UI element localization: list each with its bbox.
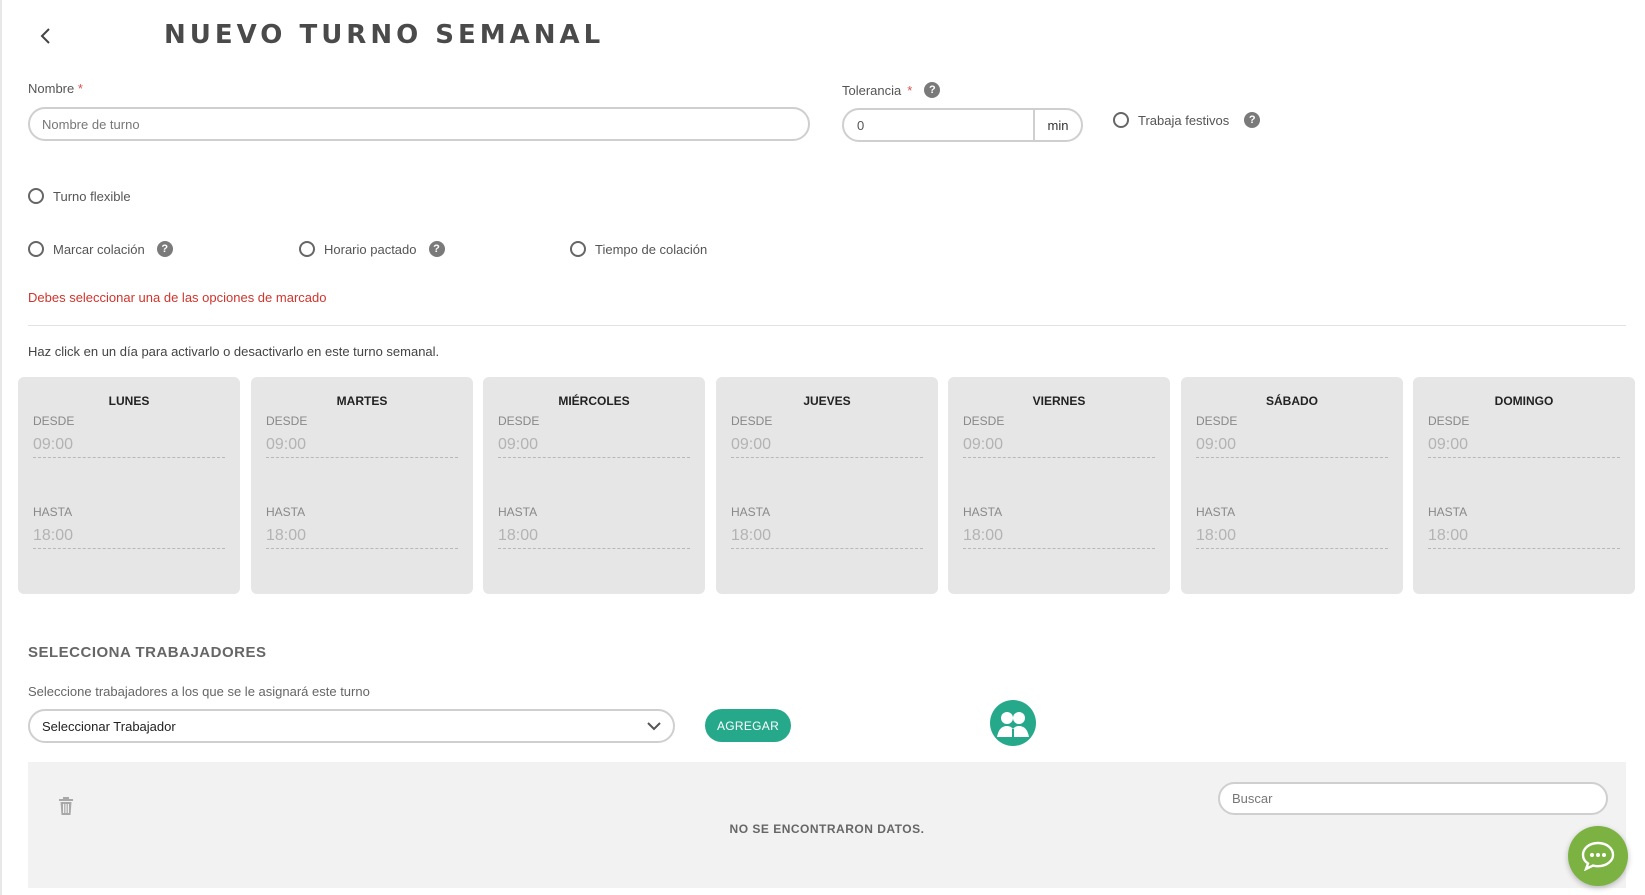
tiempo-colacion-label: Tiempo de colación [595,241,708,257]
tolerancia-label: Tolerancia * ? [842,82,941,98]
users-group-glyph [997,712,1029,737]
add-button[interactable]: AGREGAR [705,709,791,742]
radio-button[interactable] [1113,112,1129,128]
error-message: Debes seleccionar una de las opciones de… [28,290,327,305]
trabaja-festivos-label: Trabaja festivos [1138,112,1230,128]
required-mark: * [77,81,83,96]
hasta-time-input[interactable]: 18:00 [731,523,923,549]
desde-label: DESDE [33,414,75,428]
tolerancia-input-group: 0 min [842,108,1083,142]
users-group-icon[interactable] [990,700,1036,746]
desde-label: DESDE [498,414,540,428]
day-name: MARTES [336,394,388,408]
turno-flexible-label: Turno flexible [53,188,131,204]
search-input[interactable]: Buscar [1218,782,1608,815]
worker-select[interactable]: Seleccionar Trabajador [28,709,675,743]
horario-pactado-label: Horario pactado [324,241,417,257]
nombre-placeholder: Nombre de turno [42,116,140,132]
nombre-label-text: Nombre [28,81,75,96]
hasta-time-input[interactable]: 18:00 [33,523,225,549]
desde-time-input[interactable]: 09:00 [498,432,690,458]
radio-button[interactable] [570,241,586,257]
hasta-label: HASTA [1196,505,1236,519]
worker-select-value: Seleccionar Trabajador [42,718,176,734]
day-name: JUEVES [803,394,851,408]
desde-time-input[interactable]: 09:00 [731,432,923,458]
tolerancia-input[interactable]: 0 [844,110,1033,140]
desde-label: DESDE [731,414,773,428]
back-button[interactable] [32,22,60,50]
turno-flexible-option[interactable]: Turno flexible [28,188,131,204]
radio-button[interactable] [28,241,44,257]
divider [28,325,1626,326]
hasta-label: HASTA [963,505,1003,519]
day-card-lunes[interactable]: LUNES DESDE 09:00 HASTA 18:00 [18,377,240,594]
hasta-time-input[interactable]: 18:00 [963,523,1155,549]
hasta-label: HASTA [731,505,771,519]
hasta-time-input[interactable]: 18:00 [1196,523,1388,549]
day-card-domingo[interactable]: DOMINGO DESDE 09:00 HASTA 18:00 [1413,377,1635,594]
day-card-miercoles[interactable]: MIÉRCOLES DESDE 09:00 HASTA 18:00 [483,377,705,594]
horario-pactado-option[interactable]: Horario pactado ? [299,241,445,257]
desde-time-input[interactable]: 09:00 [266,432,458,458]
page-title: NUEVO TURNO SEMANAL [164,20,605,50]
tolerancia-unit: min [1033,110,1081,140]
day-name: SÁBADO [1265,394,1318,408]
day-name: DOMINGO [1494,394,1554,408]
left-edge-border [0,0,2,895]
hasta-time-input[interactable]: 18:00 [1428,523,1620,549]
trash-glyph [59,797,73,815]
chevron-down-icon [647,722,661,731]
days-hint: Haz click en un día para activarlo o des… [28,344,440,359]
trash-icon[interactable] [58,797,74,820]
tiempo-colacion-option[interactable]: Tiempo de colación [570,241,707,257]
chevron-left-icon [40,28,50,44]
day-card-sabado[interactable]: SÁBADO DESDE 09:00 HASTA 18:00 [1181,377,1403,594]
workers-table-panel: NO SE ENCONTRARON DATOS. [28,762,1626,888]
help-icon[interactable]: ? [428,241,445,257]
day-name: MIÉRCOLES [558,394,630,408]
chat-button[interactable] [1568,826,1628,886]
day-name: VIERNES [1032,394,1086,408]
day-card-jueves[interactable]: JUEVES DESDE 09:00 HASTA 18:00 [716,377,938,594]
search-placeholder: Buscar [1232,791,1273,806]
desde-time-input[interactable]: 09:00 [963,432,1155,458]
empty-message: NO SE ENCONTRARON DATOS. [729,822,925,836]
radio-button[interactable] [28,188,44,204]
chat-bubble-icon [1581,841,1615,871]
hasta-label: HASTA [266,505,306,519]
day-card-viernes[interactable]: VIERNES DESDE 09:00 HASTA 18:00 [948,377,1170,594]
required-mark: * [907,82,913,98]
nombre-input[interactable]: Nombre de turno [28,107,810,141]
tolerancia-label-text: Tolerancia [842,82,902,98]
hasta-label: HASTA [1428,505,1468,519]
desde-time-input[interactable]: 09:00 [1196,432,1388,458]
help-icon[interactable]: ? [156,241,173,257]
hasta-label: HASTA [33,505,73,519]
desde-label: DESDE [963,414,1005,428]
desde-label: DESDE [1428,414,1470,428]
desde-time-input[interactable]: 09:00 [1428,432,1620,458]
desde-label: DESDE [266,414,308,428]
section-title: SELECCIONA TRABAJADORES [28,644,267,661]
marcar-colacion-option[interactable]: Marcar colación ? [28,241,173,257]
trabaja-festivos-option[interactable]: Trabaja festivos ? [1113,112,1261,128]
radio-button[interactable] [299,241,315,257]
desde-label: DESDE [1196,414,1238,428]
section-subtitle: Seleccione trabajadores a los que se le … [28,684,370,699]
desde-time-input[interactable]: 09:00 [33,432,225,458]
hasta-time-input[interactable]: 18:00 [498,523,690,549]
hasta-label: HASTA [498,505,538,519]
marcar-colacion-label: Marcar colación [53,241,145,257]
help-icon[interactable]: ? [924,82,941,98]
day-card-martes[interactable]: MARTES DESDE 09:00 HASTA 18:00 [251,377,473,594]
help-icon[interactable]: ? [1244,112,1261,128]
nombre-label: Nombre * [28,81,83,96]
day-name: LUNES [108,394,150,408]
hasta-time-input[interactable]: 18:00 [266,523,458,549]
